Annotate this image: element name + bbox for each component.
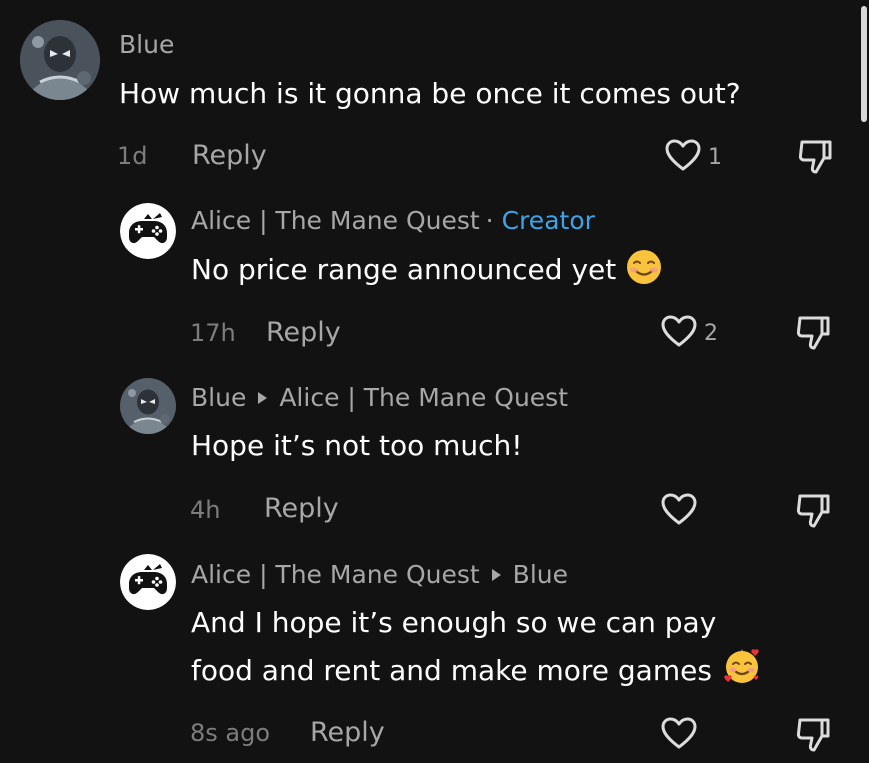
- like-button[interactable]: 2: [660, 314, 718, 352]
- comment-author[interactable]: Blue: [119, 32, 174, 57]
- heart-outline-icon: [660, 314, 698, 352]
- comment-timestamp: 1d: [117, 142, 148, 170]
- like-button[interactable]: [660, 492, 698, 530]
- author-name[interactable]: Blue: [191, 383, 246, 412]
- avatar[interactable]: [120, 378, 176, 434]
- author-name[interactable]: Alice | The Mane Quest: [191, 206, 480, 235]
- author-name[interactable]: Blue: [119, 30, 174, 59]
- avatar[interactable]: [120, 554, 176, 610]
- dislike-button[interactable]: [796, 138, 834, 180]
- like-count: 1: [708, 144, 722, 170]
- reply-button[interactable]: Reply: [266, 319, 341, 346]
- comment-text-line-1: And I hope it’s enough so we can pay: [191, 606, 717, 639]
- thumbs-down-icon: [794, 718, 832, 758]
- like-button[interactable]: 1: [664, 138, 722, 176]
- reply-to-name[interactable]: Blue: [513, 560, 568, 589]
- dislike-button[interactable]: [794, 314, 832, 356]
- reply-arrow-icon: [491, 569, 501, 581]
- comment-author: Alice | The Mane Quest · Creator: [191, 208, 595, 233]
- comment-timestamp: 17h: [190, 319, 236, 347]
- avatar[interactable]: [20, 20, 100, 100]
- comment-text: Hope it’s not too much!: [191, 429, 523, 462]
- reply-arrow-icon: [258, 392, 268, 404]
- dislike-button[interactable]: [794, 716, 832, 758]
- comment-timestamp: 8s ago: [190, 719, 271, 747]
- heart-outline-icon: [660, 716, 698, 754]
- heart-outline-icon: [660, 492, 698, 530]
- reply-to-name[interactable]: Alice | The Mane Quest: [279, 383, 568, 412]
- scrollbar[interactable]: [861, 6, 867, 122]
- dislike-button[interactable]: [794, 492, 832, 534]
- comment-text-line-2: food and rent and make more games: [191, 646, 762, 699]
- reply-button[interactable]: Reply: [264, 495, 339, 522]
- heart-outline-icon: [664, 138, 702, 176]
- comments-thread: Blue How much is it gonna be once it com…: [0, 0, 869, 763]
- comment-text: No price range announced yet: [191, 248, 662, 298]
- thumbs-down-icon: [796, 140, 834, 180]
- thumbs-down-icon: [794, 494, 832, 534]
- name-separator: ·: [485, 206, 494, 235]
- creator-badge: Creator: [501, 206, 595, 235]
- smiling-face-emoji: [626, 249, 662, 298]
- author-name[interactable]: Alice | The Mane Quest: [191, 560, 480, 589]
- like-count: 2: [704, 320, 718, 346]
- comment-text: How much is it gonna be once it comes ou…: [119, 77, 741, 110]
- reply-button[interactable]: Reply: [192, 142, 267, 169]
- comment-author: Blue Alice | The Mane Quest: [191, 385, 568, 410]
- comment-text-content: No price range announced yet: [191, 253, 617, 286]
- comment-text-content: food and rent and make more games: [191, 654, 712, 687]
- reply-button[interactable]: Reply: [310, 719, 385, 746]
- avatar[interactable]: [120, 203, 176, 259]
- like-button[interactable]: [660, 716, 698, 754]
- smiling-face-with-hearts-emoji: [722, 646, 762, 699]
- thumbs-down-icon: [794, 316, 832, 356]
- comment-timestamp: 4h: [190, 496, 221, 524]
- comment-author: Alice | The Mane Quest Blue: [191, 562, 568, 587]
